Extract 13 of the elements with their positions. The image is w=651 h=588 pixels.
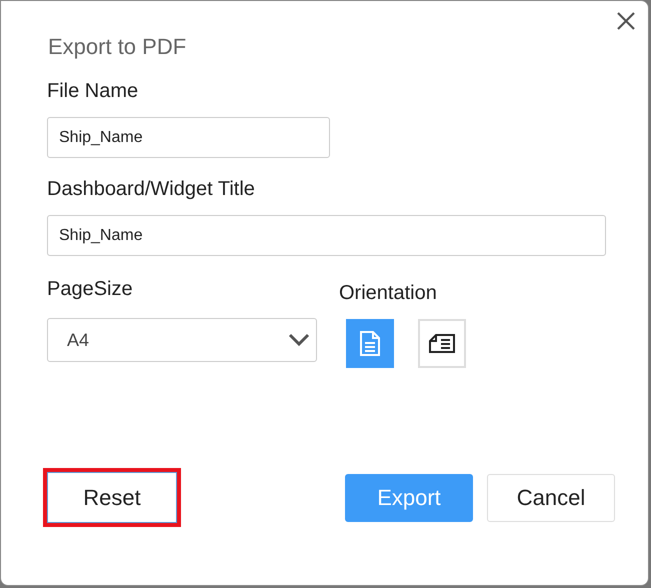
chevron-down-icon [288,333,310,347]
field-label: File Name [47,80,140,103]
landscape-document-icon [428,333,456,354]
page-size-dropdown[interactable]: A4 [47,318,317,362]
title-field[interactable]: Ship_Name [47,215,606,256]
cancel-button[interactable]: Cancel [487,474,615,522]
reset-button[interactable]: Reset [43,468,181,527]
field-label: Dashboard/Widget Title [47,178,256,201]
dialog-title: Export to PDF [48,34,188,60]
field-label: Orientation [339,282,438,305]
document-icon [359,330,381,357]
field-label: PageSize [47,278,134,301]
file-name-field[interactable]: Ship_Name [47,117,330,158]
